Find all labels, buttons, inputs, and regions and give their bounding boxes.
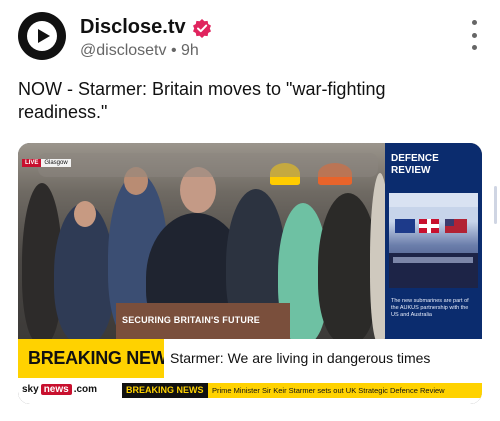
news-ticker: sky news .com BREAKING NEWS Prime Minist… <box>18 378 482 404</box>
video-scene: LIVE Glasgow SECURING BRITAIN'S FUTURE <box>18 143 385 339</box>
live-badge: LIVE Glasgow <box>22 159 71 167</box>
panel-title: DEFENCE REVIEW <box>391 153 439 177</box>
breaking-headline: Starmer: We are living in dangerous time… <box>170 350 431 366</box>
post-card: Disclose.tv @disclosetv • 9h NOW - Starm… <box>0 0 500 421</box>
podium-banner: SECURING BRITAIN'S FUTURE <box>116 303 290 339</box>
panel-caption: The new submarines are part of the AUKUS… <box>391 298 469 318</box>
defence-review-panel: DEFENCE REVIEW The new submarines are pa… <box>385 143 482 339</box>
avatar[interactable] <box>18 12 66 60</box>
location-label: Glasgow <box>41 159 71 167</box>
more-options-icon[interactable] <box>462 20 486 50</box>
author-row: Disclose.tv <box>80 16 212 39</box>
panel-title-line1: DEFENCE <box>391 153 439 164</box>
podium-text: SECURING BRITAIN'S FUTURE <box>122 315 260 325</box>
ticker-tag: BREAKING NEWS <box>122 383 208 398</box>
flags-image <box>389 193 478 288</box>
com-text: .com <box>73 384 98 395</box>
breaking-news-bar: BREAKING NEWS Starmer: We are living in … <box>18 339 482 378</box>
news-text: news <box>40 384 72 395</box>
breaking-headline-box: Starmer: We are living in dangerous time… <box>164 339 482 378</box>
handle[interactable]: @disclosetv <box>80 42 167 59</box>
live-label: LIVE <box>22 159 42 167</box>
post-header: Disclose.tv @disclosetv • 9h <box>18 12 488 62</box>
panel-title-line2: REVIEW <box>391 165 431 176</box>
author-name[interactable]: Disclose.tv <box>80 16 186 39</box>
avatar-logo-icon <box>27 21 57 51</box>
post-time[interactable]: 9h <box>181 42 199 59</box>
ticker-text: Prime Minister Sir Keir Starmer sets out… <box>208 383 482 398</box>
scrollbar[interactable] <box>494 186 497 224</box>
media-video[interactable]: LIVE Glasgow SECURING BRITAIN'S FUTURE D… <box>18 143 482 404</box>
breaking-label: BREAKING NEWS <box>28 348 180 368</box>
sky-news-logo: sky news .com <box>22 384 97 395</box>
dot-separator: • <box>170 42 181 59</box>
handle-row: @disclosetv • 9h <box>80 42 199 60</box>
sky-text: sky <box>22 384 39 395</box>
panel-image <box>389 193 478 288</box>
post-text: NOW - Starmer: Britain moves to "war-fig… <box>18 79 386 122</box>
verified-badge-icon <box>192 18 211 38</box>
